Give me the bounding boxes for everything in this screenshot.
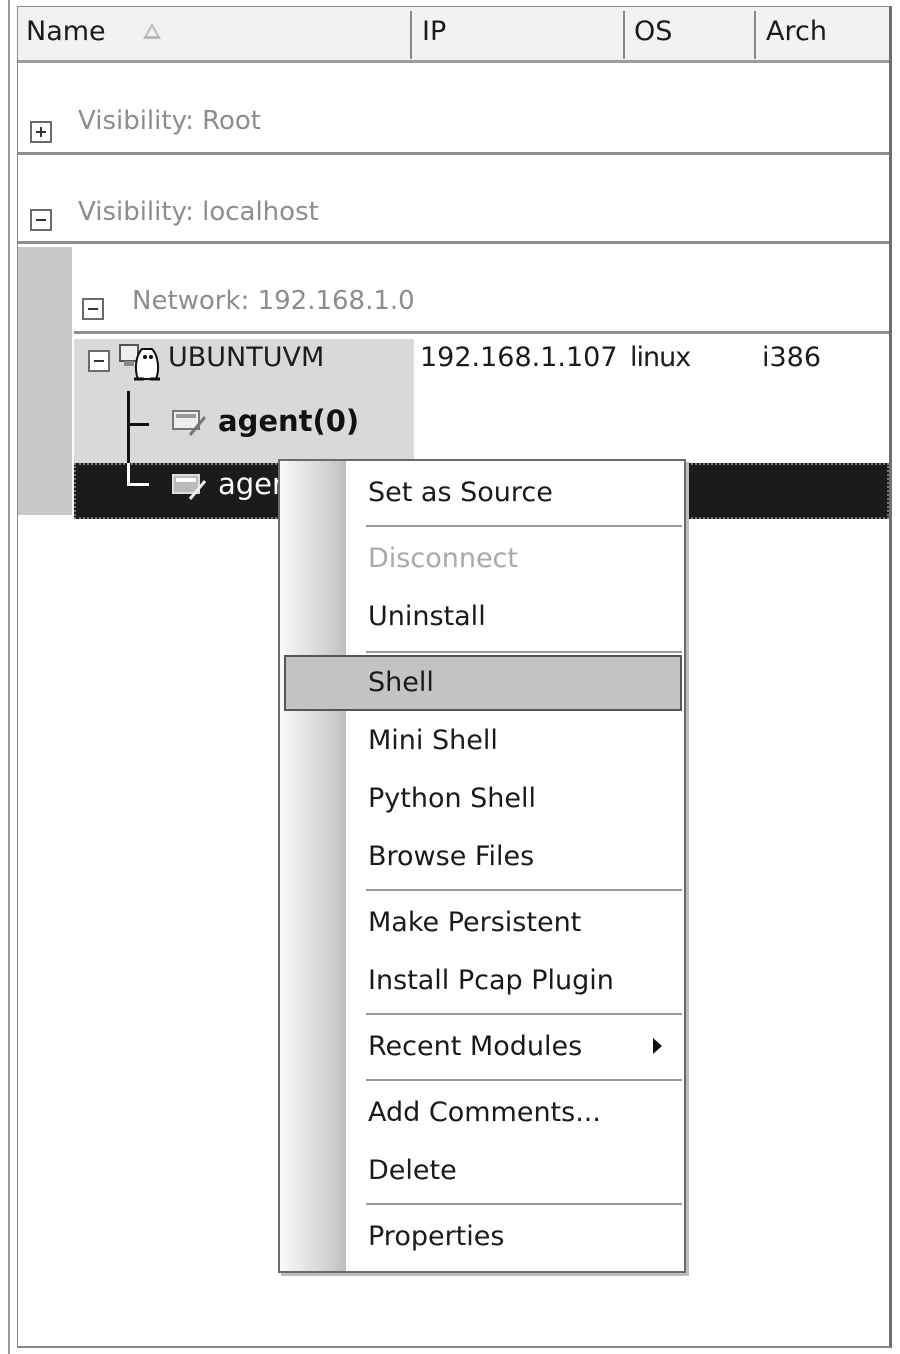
- collapse-minus-icon[interactable]: [30, 209, 52, 231]
- column-name-label: Name: [26, 16, 106, 47]
- group-divider: [74, 331, 889, 334]
- menu-item-make-persistent[interactable]: Make Persistent: [284, 895, 682, 951]
- menu-separator: [366, 1079, 682, 1081]
- menu-item-browse-files[interactable]: Browse Files: [284, 829, 682, 885]
- agent-node-label[interactable]: agent(0): [218, 404, 359, 438]
- window-left-border: [8, 0, 10, 1354]
- column-divider[interactable]: [410, 11, 412, 59]
- menu-item-properties[interactable]: Properties: [284, 1209, 682, 1265]
- column-os-label: OS: [634, 16, 673, 47]
- group-visibility-localhost[interactable]: Visibility: localhost: [18, 155, 889, 245]
- menu-item-mini-shell[interactable]: Mini Shell: [284, 713, 682, 769]
- column-arch[interactable]: Arch: [758, 7, 886, 60]
- group-label: Visibility: localhost: [78, 197, 319, 227]
- submenu-arrow-icon: [653, 1038, 662, 1054]
- column-name[interactable]: Name: [18, 7, 410, 60]
- linux-penguin-icon: [119, 344, 160, 381]
- column-divider[interactable]: [754, 11, 756, 59]
- group-visibility-root[interactable]: Visibility: Root: [18, 63, 889, 155]
- group-label: Network: 192.168.1.0: [132, 286, 415, 316]
- agent-icon: [172, 474, 207, 500]
- column-os[interactable]: OS: [626, 7, 752, 60]
- host-name[interactable]: UBUNTUVM: [168, 342, 324, 373]
- menu-separator: [366, 889, 682, 891]
- sort-ascending-icon: [143, 23, 161, 39]
- menu-item-disconnect: Disconnect: [368, 543, 518, 574]
- menu-item-add-comments[interactable]: Add Comments...: [284, 1085, 682, 1141]
- indent-band: [18, 247, 72, 515]
- column-divider[interactable]: [623, 11, 625, 59]
- menu-item-uninstall[interactable]: Uninstall: [284, 589, 682, 645]
- agent-icon: [172, 410, 207, 436]
- menu-item-set-as-source[interactable]: Set as Source: [284, 465, 682, 521]
- column-header: Name IP OS Arch: [18, 7, 889, 63]
- collapse-minus-icon[interactable]: [82, 298, 104, 320]
- group-network[interactable]: Network: 192.168.1.0: [74, 244, 889, 334]
- column-ip-label: IP: [422, 16, 447, 47]
- tree-connector: [127, 423, 149, 426]
- context-menu: Set as Source Disconnect Uninstall Shell…: [278, 459, 686, 1273]
- expand-plus-icon[interactable]: [30, 121, 52, 143]
- host-os: linux: [630, 342, 691, 373]
- menu-item-delete[interactable]: Delete: [284, 1143, 682, 1199]
- menu-item-shell[interactable]: Shell: [284, 655, 682, 711]
- tree-connector: [127, 463, 130, 485]
- menu-separator: [366, 525, 682, 527]
- host-ip: 192.168.1.107: [420, 342, 618, 373]
- tree-connector: [127, 483, 149, 486]
- column-arch-label: Arch: [766, 16, 827, 47]
- group-label: Visibility: Root: [78, 106, 262, 136]
- menu-item-python-shell[interactable]: Python Shell: [284, 771, 682, 827]
- menu-item-label: Recent Modules: [368, 1031, 583, 1062]
- collapse-minus-icon[interactable]: [88, 350, 110, 372]
- column-ip[interactable]: IP: [414, 7, 622, 60]
- menu-item-install-pcap-plugin[interactable]: Install Pcap Plugin: [284, 953, 682, 1009]
- menu-separator: [366, 1013, 682, 1015]
- host-arch: i386: [762, 342, 822, 373]
- menu-separator: [366, 651, 682, 653]
- menu-item-recent-modules[interactable]: Recent Modules: [284, 1019, 682, 1075]
- menu-separator: [366, 1203, 682, 1205]
